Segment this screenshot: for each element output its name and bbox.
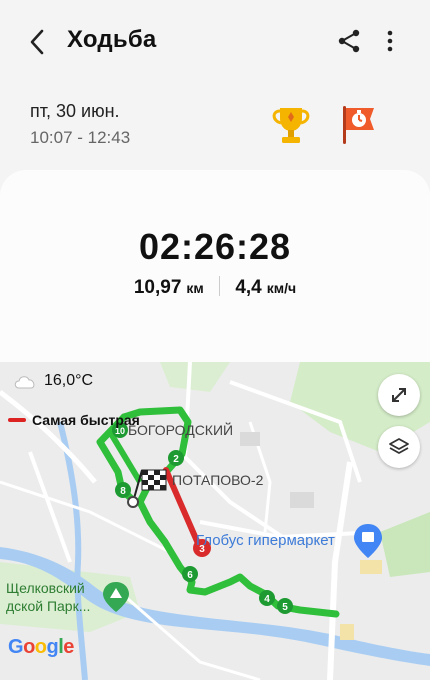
share-icon[interactable] xyxy=(336,28,362,54)
marker-layer: 2 3 4 5 6 8 10 xyxy=(103,422,382,614)
session-time-range: 10:07 - 12:43 xyxy=(30,128,131,147)
route-marker[interactable]: 2 xyxy=(168,450,184,466)
map-label-potapovo: ПОТАПОВО-2 xyxy=(172,472,264,488)
weather-cloud-icon xyxy=(14,376,35,389)
session-date: пт, 30 июн. xyxy=(30,101,120,121)
expand-icon xyxy=(392,388,406,402)
map-label-park: дской Парк... xyxy=(6,598,91,614)
stopwatch-flag-icon[interactable] xyxy=(336,102,382,148)
route-marker[interactable]: 4 xyxy=(259,590,275,606)
svg-text:2: 2 xyxy=(173,454,179,465)
shopping-pin-icon[interactable] xyxy=(354,524,382,558)
workout-stats: 10,97 км 4,4 км/ч xyxy=(0,276,430,299)
page-title: Ходьба xyxy=(67,26,157,53)
svg-text:8: 8 xyxy=(120,486,126,497)
svg-text:6: 6 xyxy=(187,570,193,581)
layers-icon xyxy=(389,438,409,454)
route-marker[interactable]: 6 xyxy=(182,566,198,582)
summary-card xyxy=(0,170,430,370)
map-label-shchelkovsky: Щелковский xyxy=(6,580,85,596)
speed-value: 4,4 xyxy=(235,277,262,298)
google-logo-text: Google xyxy=(8,636,74,658)
svg-text:5: 5 xyxy=(282,602,288,613)
stats-divider xyxy=(219,276,221,296)
svg-text:4: 4 xyxy=(264,594,270,605)
map-temperature: 16,0°C xyxy=(44,372,94,389)
map-layers-button[interactable] xyxy=(378,426,420,468)
fastest-legend-swatch xyxy=(8,418,26,422)
google-attribution: Google xyxy=(8,636,74,659)
trophy-icon[interactable] xyxy=(268,102,314,148)
route-marker[interactable]: 5 xyxy=(277,598,293,614)
app-header: Ходьба xyxy=(0,0,430,84)
park-pin-icon[interactable] xyxy=(103,582,129,612)
expand-map-button[interactable] xyxy=(378,374,420,416)
fastest-legend: Самая быстрая xyxy=(8,412,140,428)
route-map[interactable]: 2 3 4 5 6 8 10 16,0°C Самая быстрая БОГО… xyxy=(0,362,430,680)
workout-duration: 02:26:28 xyxy=(138,226,292,267)
fastest-legend-label: Самая быстрая xyxy=(32,412,140,428)
map-label-bogorodsky: БОГОРОДСКИЙ xyxy=(128,422,234,438)
map-label-globus: Глобус гипермаркет xyxy=(196,532,335,549)
more-vertical-icon[interactable] xyxy=(380,28,400,54)
route-marker[interactable]: 8 xyxy=(115,482,131,498)
distance-value: 10,97 xyxy=(133,277,182,298)
speed-unit: км/ч xyxy=(266,280,297,296)
back-arrow-icon[interactable] xyxy=(26,27,50,57)
distance-unit: км xyxy=(186,280,204,296)
